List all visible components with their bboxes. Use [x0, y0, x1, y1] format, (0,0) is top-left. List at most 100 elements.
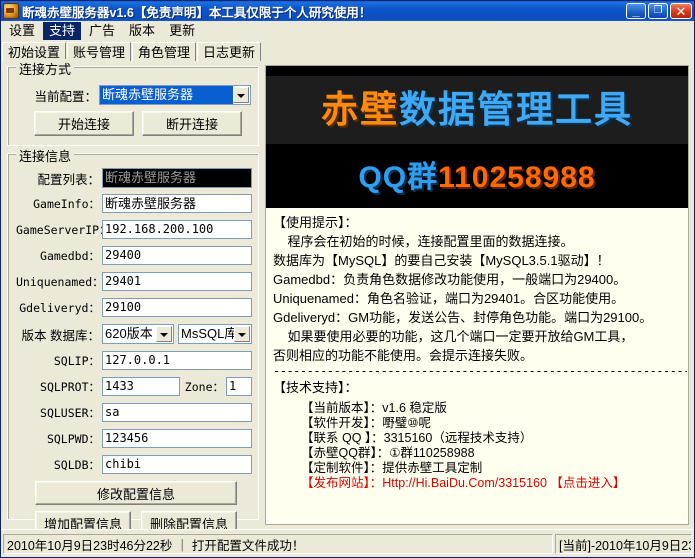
menu-item-support[interactable]: 支持 — [43, 22, 81, 40]
version-combobox[interactable]: 620版本 — [102, 324, 174, 344]
info-line-1: 程序会在初始的时候，连接配置里面的数据连接。 — [273, 232, 681, 251]
support-value-custom: 提供赤壁工具定制 — [382, 461, 482, 475]
support-row-website[interactable]: 【发布网站】：Http://Hi.BaiDu.Com/3315160 【点击进入… — [273, 476, 681, 491]
sqldb-row: SQLDB： chibi — [16, 455, 254, 474]
support-key-developer: 【软件开发】： — [301, 416, 382, 430]
maximize-button[interactable]: ❐ — [648, 3, 668, 19]
sqlpwd-row: SQLPWD： 123456 — [16, 429, 254, 448]
gameinfo-label: GameInfo： — [16, 196, 100, 212]
support-row-qq: 【联系 QQ 】：3315160（远程技术支持） — [273, 431, 681, 446]
info-line-7: 否则相应的功能不能使用。会提示连接失败。 — [273, 346, 681, 365]
sqluser-row: SQLUSER： sa — [16, 403, 254, 422]
support-value-version: v1.6 稳定版 — [382, 401, 447, 415]
info-line-5: Gdeliveryd：GM功能，发送公告、封停角色功能。端口为29100。 — [273, 308, 681, 327]
tab-strip: 初始设置 账号管理 角色管理 日志更新 — [1, 40, 694, 61]
modify-config-button[interactable]: 修改配置信息 — [35, 481, 237, 505]
connection-info-legend: 连接信息 — [16, 146, 74, 165]
gdeliveryd-label: Gdeliveryd： — [16, 300, 100, 316]
database-value: MsSQL库 — [179, 325, 234, 343]
info-line-6: 如果要使用必要的功能，这几个端口一定要开放给GM工具， — [273, 327, 681, 346]
version-database-label: 版本 数据库： — [16, 325, 100, 344]
banner-qq-line: QQ群110258988 — [266, 152, 688, 196]
minimize-button[interactable]: _ — [626, 3, 646, 19]
status-message: 2010年10月9日23时46分22秒 ｜ 打开配置文件成功！ — [3, 534, 553, 554]
support-value-developer: 嘢璧⑩呢 — [382, 416, 431, 430]
sqluser-input[interactable]: sa — [102, 403, 252, 422]
info-line-4: Uniquenamed：角色名验证，端口为29401。合区功能使用。 — [273, 289, 681, 308]
gamedbd-input[interactable]: 29400 — [102, 246, 252, 265]
info-panel: 赤壁数据管理工具 QQ群110258988 【使用提示】： 程序会在初始的时候，… — [265, 65, 689, 525]
version-value: 620版本 — [103, 325, 156, 343]
support-row-custom: 【定制软件】：提供赤壁工具定制 — [273, 461, 681, 476]
zone-input[interactable]: 1 — [226, 377, 252, 396]
status-current-time: [当前]-2010年10月9日23时47分20秒 — [555, 534, 692, 554]
status-bar: 2010年10月9日23时46分22秒 ｜ 打开配置文件成功！ [当前]-201… — [1, 529, 694, 557]
menu-item-ads[interactable]: 广告 — [83, 22, 121, 40]
title-bar: 断魂赤壁服务器v1.6【免责声明】本工具仅限于个人研究使用！ _ ❐ ✕ — [1, 1, 694, 21]
config-list-label: 配置列表： — [16, 169, 100, 188]
support-value-qqgroup: ①群110258988 — [389, 446, 474, 460]
connection-info-group: 连接信息 配置列表： 断魂赤壁服务器 GameInfo： 断魂赤壁服务器 Gam… — [7, 153, 259, 520]
close-button[interactable]: ✕ — [670, 3, 692, 19]
support-row-qqgroup: 【赤壁QQ群】：①群110258988 — [273, 446, 681, 461]
zone-label: Zone： — [184, 379, 224, 395]
gameinfo-input[interactable]: 断魂赤壁服务器 — [102, 194, 252, 213]
sqlip-label: SQLIP： — [16, 353, 100, 369]
gameserverip-input[interactable]: 192.168.200.100 — [102, 220, 252, 239]
config-list-listbox[interactable]: 断魂赤壁服务器 — [102, 168, 252, 188]
disconnect-button[interactable]: 断开连接 — [142, 111, 242, 136]
version-database-row: 版本 数据库： 620版本 MsSQL库 — [16, 324, 256, 344]
menu-bar: 设置 支持 广告 版本 更新 — [1, 21, 694, 40]
app-icon — [3, 3, 19, 19]
sqlpwd-input[interactable]: 123456 — [102, 429, 252, 448]
info-text-area[interactable]: 【使用提示】： 程序会在初始的时候，连接配置里面的数据连接。 数据库为【MySQ… — [267, 209, 687, 523]
tab-account-management[interactable]: 账号管理 — [67, 42, 131, 61]
info-line-2: 数据库为【MySQL】的要自己安装【MySQL3.5.1驱动】！ — [273, 251, 681, 270]
window-controls: _ ❐ ✕ — [626, 3, 692, 19]
support-key-version: 【当前版本】： — [301, 401, 382, 415]
maximize-icon: ❐ — [649, 4, 667, 18]
chevron-down-icon[interactable] — [234, 326, 250, 342]
banner: 赤壁数据管理工具 QQ群110258988 — [266, 66, 688, 208]
sqlip-input[interactable]: 127.0.0.1 — [102, 351, 252, 370]
menu-item-version[interactable]: 版本 — [123, 22, 161, 40]
tab-role-management[interactable]: 角色管理 — [132, 42, 196, 61]
config-list-selected-item[interactable]: 断魂赤壁服务器 — [103, 169, 251, 187]
banner-title: 赤壁数据管理工具 — [266, 84, 688, 136]
current-config-combobox[interactable]: 断魂赤壁服务器 — [99, 85, 251, 105]
sqlprot-input[interactable]: 1433 — [102, 377, 180, 396]
support-key-custom: 【定制软件】： — [301, 461, 382, 475]
tab-log-update[interactable]: 日志更新 — [197, 42, 261, 61]
sqlip-row: SQLIP： 127.0.0.1 — [16, 351, 254, 370]
chevron-down-icon[interactable] — [233, 87, 249, 103]
gamedbd-row: Gamedbd： 29400 — [16, 246, 254, 265]
uniquenamed-input[interactable]: 29401 — [102, 272, 252, 291]
start-connection-button[interactable]: 开始连接 — [34, 111, 134, 136]
info-support-heading: 【技术支持】： — [273, 378, 681, 397]
menu-item-update[interactable]: 更新 — [163, 22, 201, 40]
current-config-value: 断魂赤壁服务器 — [100, 86, 233, 104]
gdeliveryd-input[interactable]: 29100 — [102, 298, 252, 317]
support-row-version: 【当前版本】：v1.6 稳定版 — [273, 401, 681, 416]
config-list-row: 配置列表： 断魂赤壁服务器 — [16, 168, 254, 188]
uniquenamed-row: Uniquenamed： 29401 — [16, 272, 254, 291]
support-key-qq: 【联系 QQ 】： — [301, 431, 384, 445]
support-key-qqgroup: 【赤壁QQ群】： — [301, 446, 389, 460]
gameserverip-row: GameServerIP： 192.168.200.100 — [16, 220, 254, 239]
banner-title-part1: 赤壁 — [321, 89, 399, 130]
sqlprot-label: SQLPROT： — [16, 379, 100, 395]
chevron-down-icon[interactable] — [156, 326, 172, 342]
window-title: 断魂赤壁服务器v1.6【免责声明】本工具仅限于个人研究使用！ — [22, 2, 371, 21]
menu-item-settings[interactable]: 设置 — [3, 22, 41, 40]
sqluser-label: SQLUSER： — [16, 405, 100, 421]
sqlprot-zone-row: SQLPROT： 1433 Zone： 1 — [16, 377, 256, 396]
banner-qq-label: QQ群 — [358, 161, 438, 194]
sqldb-label: SQLDB： — [16, 457, 100, 473]
client-area: 连接方式 当前配置： 断魂赤壁服务器 开始连接 断开连接 连接信息 配置列表： … — [1, 61, 694, 529]
application-window: 断魂赤壁服务器v1.6【免责声明】本工具仅限于个人研究使用！ _ ❐ ✕ 设置 … — [0, 0, 695, 558]
gameinfo-row: GameInfo： 断魂赤壁服务器 — [16, 194, 254, 213]
support-value-website[interactable]: Http://Hi.BaiDu.Com/3315160 【点击进入】 — [382, 476, 625, 490]
gdeliveryd-row: Gdeliveryd： 29100 — [16, 298, 254, 317]
database-combobox[interactable]: MsSQL库 — [178, 324, 252, 344]
sqldb-input[interactable]: chibi — [102, 455, 252, 474]
